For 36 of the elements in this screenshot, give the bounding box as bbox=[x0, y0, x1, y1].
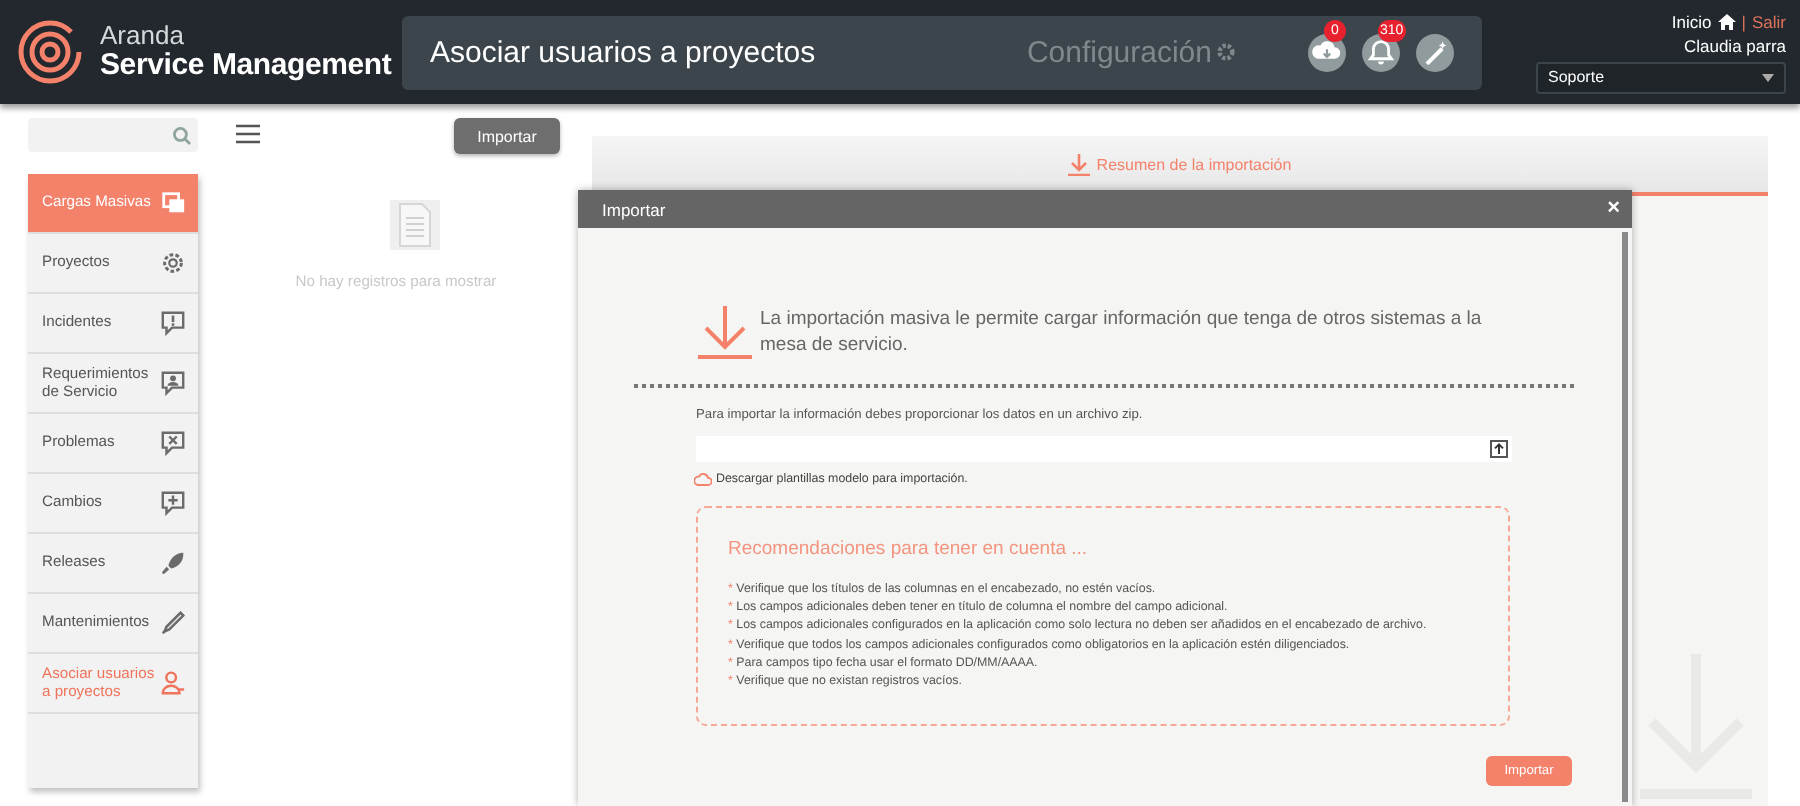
cloud-icon[interactable] bbox=[1308, 33, 1346, 71]
gear-icon bbox=[1216, 42, 1236, 62]
dialog-title: Importar bbox=[602, 199, 666, 219]
page-title: Asociar usuarios a proyectos bbox=[430, 35, 818, 69]
home-icon bbox=[1717, 13, 1736, 29]
upload-icon[interactable] bbox=[1490, 440, 1508, 458]
search-field[interactable] bbox=[28, 118, 198, 152]
plus-bubble-icon bbox=[160, 490, 186, 516]
user-icon bbox=[160, 670, 186, 696]
person-bubble-icon bbox=[160, 370, 186, 396]
role-select[interactable]: Soporte bbox=[1536, 61, 1786, 93]
file-field[interactable] bbox=[696, 436, 1512, 462]
caret-icon bbox=[1762, 73, 1774, 81]
alert-bubble-icon bbox=[160, 310, 186, 336]
x-bubble-icon bbox=[160, 430, 186, 456]
import-button[interactable]: Importar bbox=[454, 118, 560, 154]
download-icon bbox=[1068, 153, 1091, 175]
menu-icon[interactable] bbox=[236, 124, 260, 144]
bell-icon[interactable] bbox=[1362, 33, 1400, 71]
copy-icon bbox=[160, 190, 186, 216]
intro-text: La importación masiva le permite cargar información que tenga de otros sistemas a la mesa de servicio. bbox=[760, 306, 1484, 360]
user-name: Claudia parra bbox=[1683, 35, 1786, 55]
close-button[interactable]: × bbox=[1607, 198, 1620, 220]
logo-icon bbox=[16, 18, 84, 86]
wand-icon[interactable] bbox=[1416, 33, 1454, 71]
recommendations-title: Recomendaciones para tener en cuenta ... bbox=[728, 538, 1090, 560]
product-name: Service Management bbox=[100, 49, 392, 82]
document-icon bbox=[390, 200, 440, 250]
download-icon bbox=[698, 306, 752, 360]
home-link[interactable]: Inicio bbox=[1671, 11, 1712, 31]
gear-icon bbox=[160, 250, 186, 276]
separator: | bbox=[1741, 11, 1746, 31]
pen-icon bbox=[160, 610, 186, 636]
logout-link[interactable]: Salir bbox=[1751, 11, 1786, 31]
cloud-download-icon bbox=[694, 472, 712, 486]
brand-name: Aranda bbox=[100, 22, 186, 50]
